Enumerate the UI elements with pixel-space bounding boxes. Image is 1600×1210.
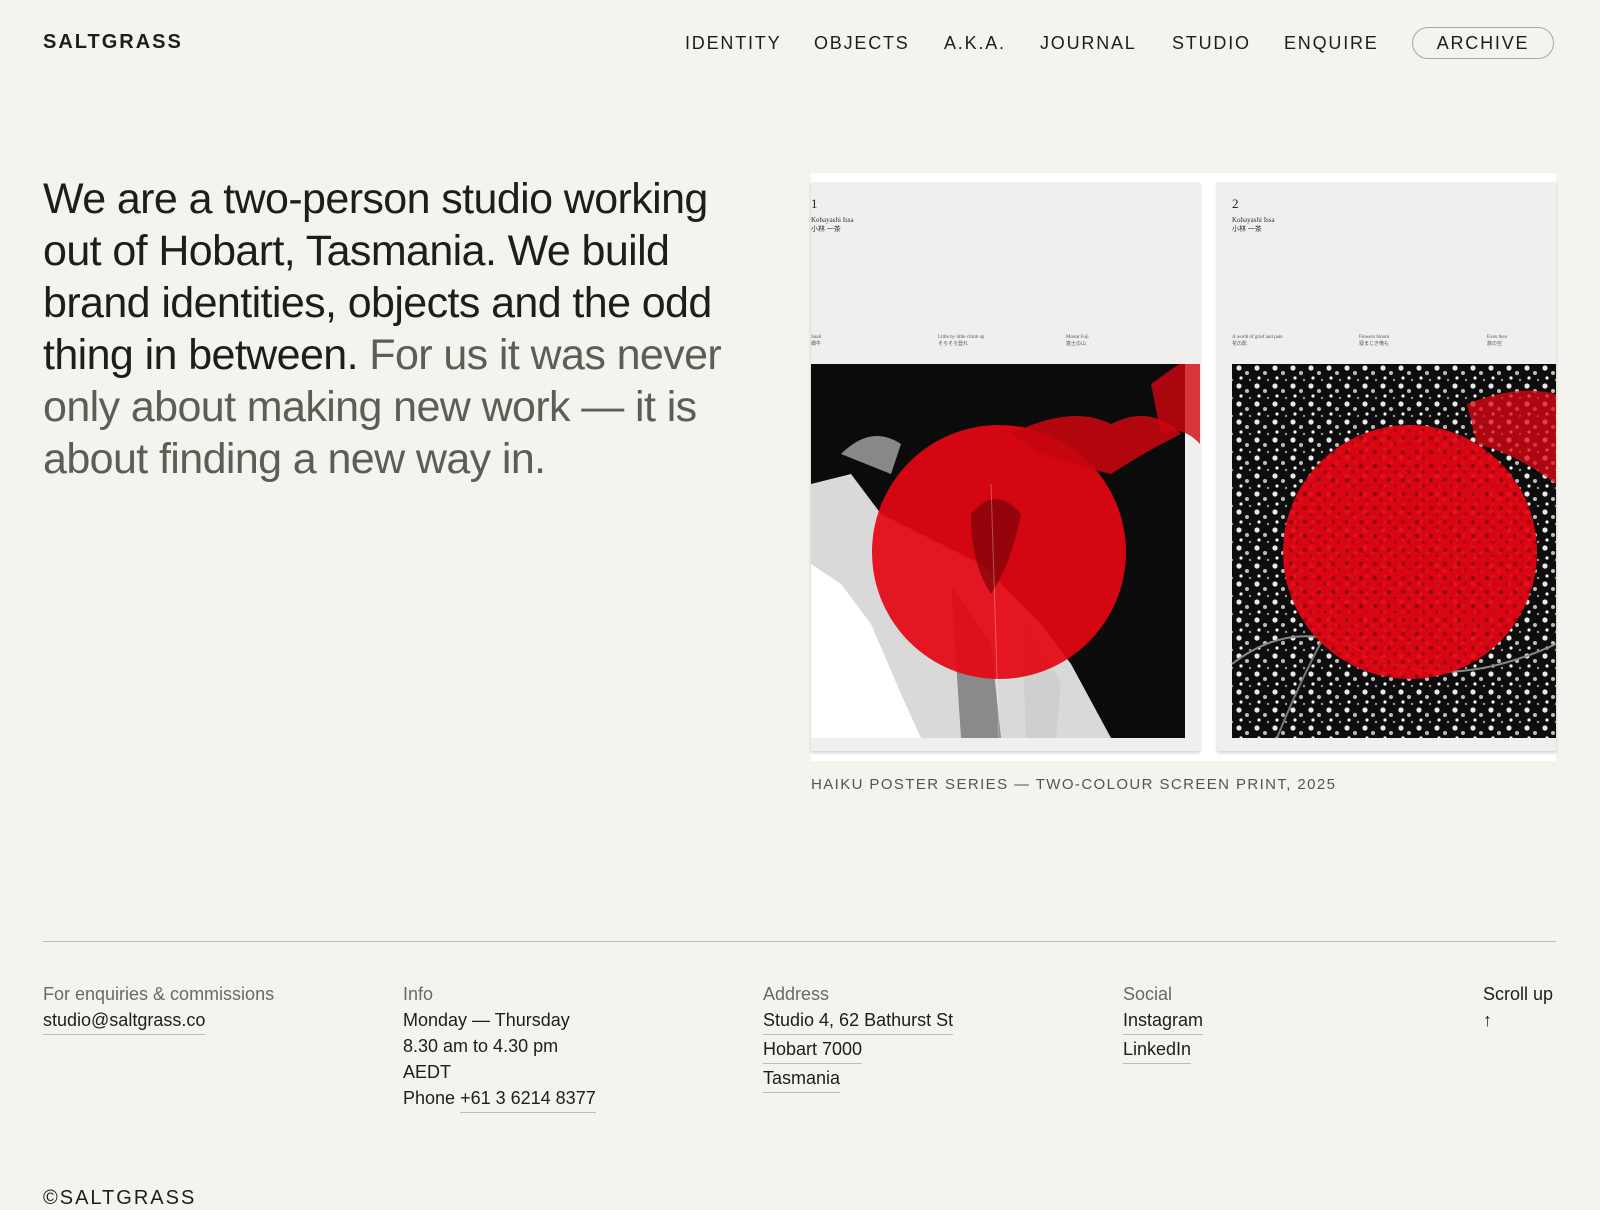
poster-1-verse-3: Mount Fuji 富士の山	[1066, 334, 1089, 348]
address-label: Address	[763, 984, 830, 1004]
intro-statement: We are a two-person studio working out o…	[43, 173, 743, 485]
email-link[interactable]: studio@saltgrass.co	[43, 1008, 206, 1035]
poster-1-artwork	[811, 364, 1200, 739]
info-timezone: AEDT	[403, 1062, 452, 1082]
phone-link[interactable]: +61 3 6214 8377	[460, 1086, 596, 1113]
poster-2-verse-1-en: A world of grief and pain	[1232, 335, 1283, 340]
info-days: Monday — Thursday	[403, 1010, 570, 1030]
poster-2-author-jp: 小林 一茶	[1232, 225, 1262, 233]
info-hours: 8.30 am to 4.30 pm	[403, 1036, 559, 1056]
address-line-1[interactable]: Studio 4, 62 Bathurst St	[763, 1008, 954, 1035]
address-line-2[interactable]: Hobart 7000	[763, 1037, 863, 1064]
arrow-up-icon: ↑	[1483, 1010, 1492, 1030]
poster-2-verse-1-jp: 花の影	[1232, 342, 1248, 347]
linkedin-link[interactable]: LinkedIn	[1123, 1037, 1192, 1064]
nav-identity[interactable]: IDENTITY	[685, 33, 781, 54]
feature-image[interactable]: 1 Kobayashi Issa 小林 一茶 Snail 蝸牛 Little by …	[811, 173, 1556, 761]
poster-2-verse-3-en: Even then	[1487, 335, 1508, 340]
scroll-up-button[interactable]: Scroll up ↑	[1483, 981, 1553, 1033]
poster-1-author-en: Kobayashi Issa	[811, 216, 854, 224]
phone-label: Phone	[403, 1088, 456, 1108]
archive-button[interactable]: ARCHIVE	[1412, 27, 1554, 59]
poster-2-number: 2	[1232, 196, 1239, 211]
poster-1-verse-3-jp: 富士の山	[1066, 342, 1087, 347]
copyright: ©SALTGRASS	[43, 1187, 197, 1209]
poster-1-number: 1	[811, 196, 818, 211]
poster-2-author: Kobayashi Issa 小林 一茶	[1232, 216, 1275, 234]
poster-2-verse-2: Flowers bloom 寝まじき俺も	[1359, 334, 1389, 348]
poster-2-author-en: Kobayashi Issa	[1232, 216, 1275, 224]
info-phone-row: Phone +61 3 6214 8377	[403, 1085, 596, 1114]
poster-1-author: Kobayashi Issa 小林 一茶	[811, 216, 854, 234]
poster-1-verse-2-jp: そろそろ登れ	[938, 342, 969, 347]
nav-journal[interactable]: JOURNAL	[1040, 33, 1137, 54]
nav-objects[interactable]: OBJECTS	[814, 33, 910, 54]
poster-1-verse-3-en: Mount Fuji	[1066, 335, 1089, 340]
poster-1-verse-2-en: Little by little climb up	[938, 335, 985, 340]
poster-2-verse-2-en: Flowers bloom	[1359, 335, 1390, 340]
footer-enquiries: For enquiries & commissions studio@saltg…	[43, 981, 274, 1036]
poster-1: 1 Kobayashi Issa 小林 一茶 Snail 蝸牛 Little by …	[811, 182, 1200, 751]
enquiries-label: For enquiries & commissions	[43, 984, 275, 1004]
footer-divider	[43, 941, 1556, 942]
poster-2-verse-1: A world of grief and pain 花の影	[1232, 334, 1283, 348]
main-nav: IDENTITY OBJECTS A.K.A. JOURNAL STUDIO E…	[0, 27, 1600, 61]
nav-enquire[interactable]: ENQUIRE	[1284, 33, 1379, 54]
social-label: Social	[1123, 984, 1173, 1004]
poster-2-verse-3: Even then 旅の空	[1487, 334, 1507, 348]
poster-1-verse-1-en: Snail	[811, 335, 822, 340]
poster-1-verse-1: Snail 蝸牛	[811, 334, 821, 348]
footer-address: Address Studio 4, 62 Bathurst St Hobart …	[763, 981, 954, 1094]
nav-studio[interactable]: STUDIO	[1172, 33, 1251, 54]
feature-caption: HAIKU POSTER SERIES — TWO-COLOUR SCREEN …	[811, 776, 1337, 793]
poster-1-verse-2: Little by little climb up そろそろ登れ	[938, 334, 984, 348]
scroll-up-label: Scroll up	[1483, 984, 1554, 1004]
address-line-3[interactable]: Tasmania	[763, 1066, 841, 1093]
poster-2: 2 Kobayashi Issa 小林 一茶 A world of grief a…	[1217, 182, 1556, 751]
footer-info: Info Monday — Thursday 8.30 am to 4.30 p…	[403, 981, 596, 1114]
poster-1-verse-1-jp: 蝸牛	[811, 342, 822, 347]
poster-2-verse-3-jp: 旅の空	[1487, 342, 1503, 347]
info-label: Info	[403, 984, 434, 1004]
poster-2-verse-2-jp: 寝まじき俺も	[1359, 342, 1390, 347]
poster-2-artwork	[1231, 364, 1556, 739]
nav-aka[interactable]: A.K.A.	[944, 33, 1006, 54]
footer-social: Social Instagram LinkedIn	[1123, 981, 1204, 1065]
instagram-link[interactable]: Instagram	[1123, 1008, 1204, 1035]
poster-1-author-jp: 小林 一茶	[811, 225, 841, 233]
